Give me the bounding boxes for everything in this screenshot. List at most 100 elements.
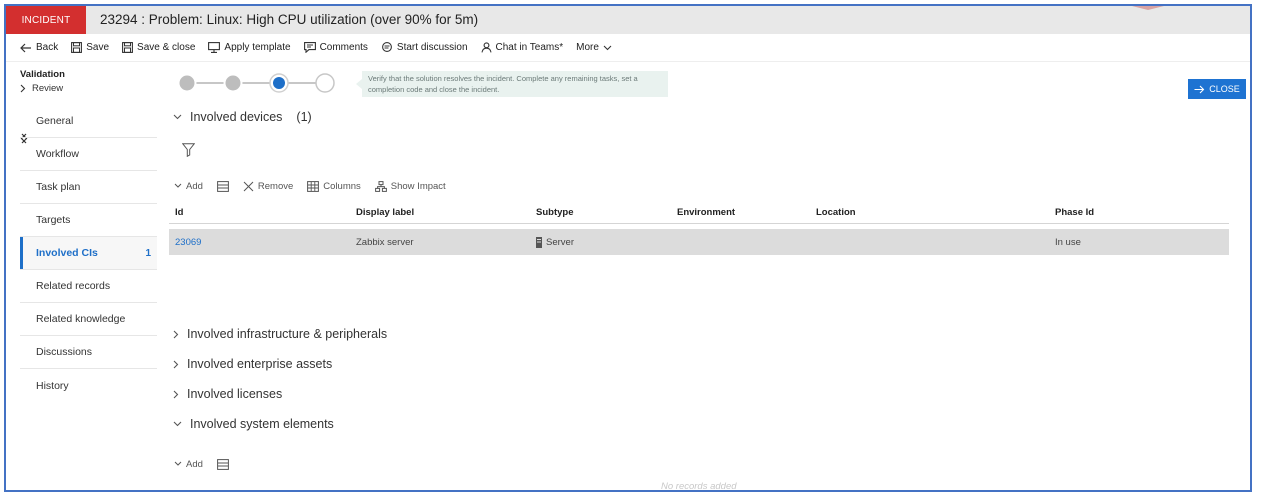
column-header-id[interactable]: Id (175, 202, 183, 223)
list-view-button[interactable] (217, 458, 229, 470)
section-title: Involved infrastructure & peripherals (187, 327, 388, 341)
sidebar-item-label: Workflow (36, 148, 79, 160)
add-label: Add (186, 180, 203, 192)
list-icon (217, 180, 229, 192)
arrow-right-icon (1194, 85, 1205, 93)
sidebar-item-targets[interactable]: Targets (20, 204, 157, 237)
columns-button[interactable]: Columns (307, 181, 361, 192)
section-title: Involved system elements (190, 417, 334, 431)
column-header-display-label[interactable]: Display label (356, 202, 414, 223)
save-button[interactable]: Save (71, 42, 109, 53)
discussion-icon (381, 42, 392, 52)
sidebar-item-discussions[interactable]: Discussions (20, 336, 157, 369)
start-discussion-label: Start discussion (396, 42, 468, 53)
device-phase: In use (1055, 236, 1081, 248)
save-icon (71, 42, 83, 53)
table-row[interactable]: 23069 Zabbix server Server In use (169, 229, 1229, 255)
stepper-dot-1[interactable] (177, 73, 197, 93)
sidebar-item-label: Related records (36, 280, 111, 292)
chevron-right-icon (173, 390, 179, 398)
involved-cis-count: 1 (145, 247, 151, 259)
sidebar-item-general[interactable]: General (20, 105, 157, 138)
sidebar-item-label: Involved CIs (36, 247, 98, 259)
record-title: 23294 : Problem: Linux: High CPU utiliza… (100, 12, 479, 27)
column-header-subtype[interactable]: Subtype (536, 202, 573, 223)
remove-label: Remove (257, 180, 294, 192)
device-subtype: Server (546, 236, 574, 248)
device-subtype-cell: Server (536, 229, 574, 255)
sidebar-item-related-records[interactable]: Related records (20, 270, 157, 303)
chevron-down-icon (174, 183, 182, 188)
sidebar-item-label: History (36, 379, 69, 392)
sidebar-item-label: Targets (36, 214, 71, 226)
comments-button[interactable]: Comments (303, 42, 368, 53)
save-close-icon (122, 42, 133, 53)
chat-in-teams-button[interactable]: Chat in Teams* (480, 42, 563, 53)
stepper-dot-4[interactable] (315, 73, 335, 93)
list-view-button[interactable] (217, 180, 229, 192)
devices-table-toolbar: Add Remove Columns Show Impact (174, 178, 460, 194)
chevron-down-icon (173, 421, 182, 427)
sidebar-item-involved-cis[interactable]: Involved CIs 1 (20, 237, 157, 270)
section-title: Involved enterprise assets (187, 357, 333, 371)
columns-icon (307, 180, 320, 192)
add-label: Add (186, 458, 203, 470)
section-involved-infrastructure[interactable]: Involved infrastructure & peripherals (173, 327, 387, 341)
app-window: INCIDENT 23294 : Problem: Linux: High CP… (4, 4, 1252, 492)
column-header-environment[interactable]: Environment (677, 202, 735, 223)
add-system-element-button[interactable]: Add (174, 459, 203, 470)
close-incident-button[interactable]: CLOSE (1188, 79, 1246, 99)
section-involved-devices[interactable]: Involved devices (1) (173, 110, 312, 124)
template-icon (208, 42, 221, 53)
chevron-down-icon (174, 461, 182, 466)
column-header-location[interactable]: Location (816, 202, 856, 223)
apply-template-button[interactable]: Apply template (208, 42, 291, 53)
start-discussion-button[interactable]: Start discussion (381, 42, 468, 53)
empty-state-text: No records added (661, 481, 737, 492)
section-title: Involved licenses (187, 387, 283, 401)
stepper-dot-2[interactable] (223, 73, 243, 93)
comment-icon (303, 42, 316, 53)
person-icon (480, 42, 492, 53)
step-label: Review (32, 83, 64, 94)
chevron-right-icon (20, 84, 26, 93)
sidebar-item-workflow[interactable]: Workflow (20, 138, 157, 171)
header-decoration-icon (1132, 6, 1164, 10)
arrow-left-icon (20, 43, 31, 52)
sidebar-item-related-knowledge[interactable]: Related knowledge (20, 303, 157, 336)
apply-template-label: Apply template (224, 42, 291, 53)
section-involved-system-elements[interactable]: Involved system elements (173, 417, 334, 431)
more-label: More (576, 42, 599, 53)
hierarchy-icon (374, 180, 387, 192)
comments-label: Comments (319, 42, 368, 53)
section-count: (1) (296, 110, 312, 124)
sidebar-item-label: Discussions (36, 346, 93, 358)
remove-button[interactable]: Remove (243, 181, 293, 192)
back-label: Back (36, 42, 59, 53)
back-button[interactable]: Back (20, 42, 58, 53)
save-close-button[interactable]: Save & close (122, 42, 195, 53)
section-involved-licenses[interactable]: Involved licenses (173, 387, 282, 401)
show-impact-button[interactable]: Show Impact (374, 180, 446, 192)
device-id-link[interactable]: 23069 (175, 229, 201, 255)
add-device-button[interactable]: Add (174, 181, 203, 192)
sidebar-nav: General Workflow Task plan Targets Invol… (20, 105, 157, 402)
sidebar-item-history[interactable]: History (20, 369, 157, 402)
device-display-label: Zabbix server (356, 236, 414, 248)
column-header-phase-id[interactable]: Phase Id (1055, 202, 1094, 223)
record-header: INCIDENT 23294 : Problem: Linux: High CP… (6, 6, 1250, 34)
server-icon (536, 236, 542, 248)
close-icon (243, 181, 254, 191)
step-breadcrumb[interactable]: Review (20, 83, 63, 94)
filter-icon[interactable] (182, 143, 195, 157)
section-involved-enterprise-assets[interactable]: Involved enterprise assets (173, 357, 332, 371)
close-label: CLOSE (1209, 84, 1240, 94)
toolbar: Back Save Save & close Apply template Co… (6, 34, 1250, 144)
chevron-down-icon (173, 114, 182, 120)
sidebar-item-label: Related knowledge (36, 313, 126, 325)
workflow-stepper (177, 73, 335, 93)
sidebar-item-label: General (36, 115, 74, 127)
sidebar-item-task-plan[interactable]: Task plan (20, 171, 157, 204)
more-menu-button[interactable]: More (576, 42, 612, 53)
devices-table-header: Id Display label Subtype Environment Loc… (169, 202, 1229, 224)
